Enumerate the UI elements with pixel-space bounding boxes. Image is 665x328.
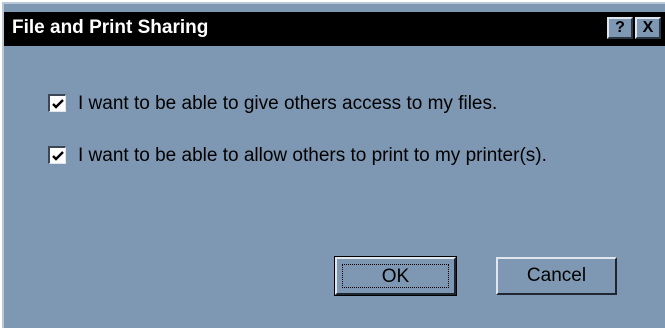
- ok-button[interactable]: OK: [334, 256, 457, 296]
- checkmark-icon: [52, 99, 64, 109]
- cancel-label: Cancel: [526, 265, 587, 286]
- close-icon: X: [642, 19, 654, 36]
- share-files-checkbox[interactable]: [48, 94, 66, 112]
- share-printers-checkbox[interactable]: [48, 146, 66, 164]
- close-button[interactable]: X: [635, 17, 661, 39]
- help-button[interactable]: ?: [607, 17, 633, 39]
- file-print-sharing-dialog: File and Print Sharing ? X I want to be …: [2, 2, 665, 328]
- help-icon: ?: [615, 19, 625, 36]
- checkmark-icon: [52, 151, 64, 161]
- title-bar[interactable]: File and Print Sharing ? X: [4, 12, 665, 46]
- cancel-button[interactable]: Cancel: [496, 257, 617, 295]
- focus-rectangle: OK: [342, 264, 449, 288]
- ok-label: OK: [381, 266, 410, 287]
- window-title: File and Print Sharing: [12, 17, 209, 38]
- share-files-label: I want to be able to give others access …: [78, 93, 498, 114]
- share-printers-label: I want to be able to allow others to pri…: [78, 145, 547, 166]
